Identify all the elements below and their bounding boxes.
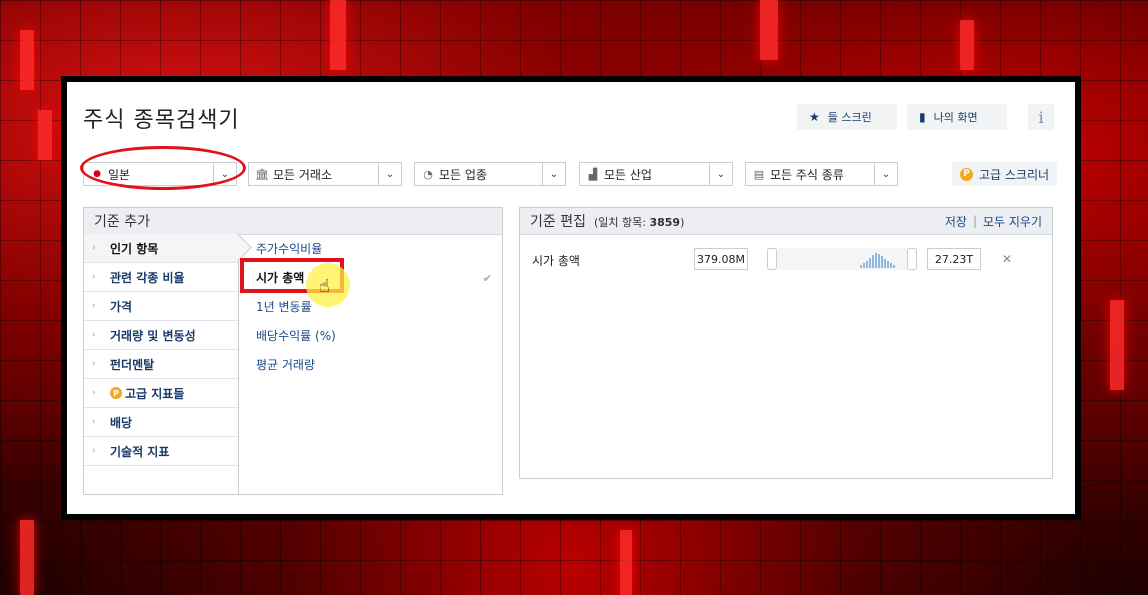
slider-max-handle[interactable] (907, 248, 917, 270)
category-volume-volatility[interactable]: › 거래량 및 변동성 (84, 321, 238, 350)
category-ratios[interactable]: › 관련 각종 비율 (84, 263, 238, 292)
save-link[interactable]: 저장 (945, 213, 967, 230)
chevron-right-icon: › (92, 301, 96, 311)
category-dividend[interactable]: › 배당 (84, 408, 238, 437)
chevron-right-icon: › (92, 243, 96, 253)
category-label: 기술적 지표 (110, 444, 170, 459)
screener-panel: 주식 종목검색기 ★ 들 스크린 ▮ 나의 화면 i ● 일본 ⌄ 🏛 모든 거… (67, 82, 1075, 514)
edit-criteria-header: 기준 편집 (일치 항목: 3859) 저장 | 모두 지우기 (520, 208, 1052, 235)
category-label: 펀더멘탈 (110, 357, 155, 372)
chevron-right-icon: › (92, 417, 96, 427)
category-label: 인기 항목 (110, 241, 159, 256)
category-technical[interactable]: › 기술적 지표 (84, 437, 238, 466)
chevron-right-icon: › (92, 330, 96, 340)
chevron-down-icon: ⌄ (709, 163, 732, 185)
chevron-down-icon: ⌄ (378, 163, 401, 185)
highlight-ellipse (80, 146, 246, 190)
bookmark-icon: ▮ (919, 110, 926, 124)
sector-dropdown[interactable]: ◔ 모든 업종 ⌄ (414, 162, 566, 186)
category-fundamentals[interactable]: › 펀더멘탈 (84, 350, 238, 379)
match-label: (일치 항목: (593, 216, 650, 229)
criteria-item-1y-change[interactable]: 1년 변동률 (239, 292, 502, 321)
edit-criteria-title: 기준 편집 (530, 214, 586, 230)
equity-type-label: 모든 주식 종류 (770, 167, 844, 182)
advanced-screener-button[interactable]: P 고급 스크리너 (952, 162, 1058, 186)
chevron-right-icon: › (92, 359, 96, 369)
background-candle (760, 0, 778, 60)
criteria-row-label: 시가 총액 (532, 254, 580, 268)
criteria-item-avg-volume[interactable]: 평균 거래량 (239, 350, 502, 379)
edit-criteria-box: 기준 편집 (일치 항목: 3859) 저장 | 모두 지우기 시가 총액 37… (519, 207, 1053, 479)
clear-all-link[interactable]: 모두 지우기 (983, 213, 1042, 230)
star-icon: ★ (809, 110, 820, 124)
add-criteria-header: 기준 추가 (84, 208, 502, 235)
category-label: 거래량 및 변동성 (110, 328, 196, 343)
background-candle (620, 530, 632, 595)
page-title: 주식 종목검색기 (83, 108, 240, 133)
pie-icon: ◔ (423, 167, 433, 181)
exchange-label: 모든 거래소 (273, 167, 333, 182)
slider-min-handle[interactable] (767, 248, 777, 270)
background-candle (960, 20, 974, 70)
premium-badge-icon: P (960, 167, 973, 181)
my-views-label: 나의 화면 (933, 111, 978, 124)
background-candle (20, 30, 34, 90)
factory-icon: ▟ (588, 167, 598, 181)
chevron-right-icon: › (92, 446, 96, 456)
document-icon: ▤ (753, 167, 765, 181)
exchange-dropdown[interactable]: 🏛 모든 거래소 ⌄ (248, 162, 402, 186)
background-candle (330, 0, 346, 70)
category-popular[interactable]: › 인기 항목 (84, 234, 238, 263)
criteria-item-dividend-yield[interactable]: 배당수익률 (%) (239, 321, 502, 350)
equity-type-dropdown[interactable]: ▤ 모든 주식 종류 ⌄ (745, 162, 898, 186)
chevron-down-icon: ⌄ (874, 163, 897, 185)
category-label: 관련 각종 비율 (110, 270, 185, 285)
background-candle (1110, 300, 1124, 390)
category-label: 고급 지표들 (125, 386, 185, 401)
my-screens-button[interactable]: ★ 들 스크린 (797, 104, 897, 130)
background-candle (38, 110, 52, 160)
max-value-input[interactable]: 27.23T (927, 248, 981, 270)
category-label: 가격 (110, 299, 133, 314)
premium-badge-icon: P (110, 387, 122, 399)
checkmark-icon: ✔ (482, 272, 492, 285)
category-list: › 인기 항목 › 관련 각종 비율 › 가격 › 거래량 및 변동성 › 펀더멘탈 › P… (84, 234, 239, 494)
bank-icon: 🏛 (255, 167, 269, 181)
range-slider[interactable] (767, 248, 917, 270)
industry-dropdown[interactable]: ▟ 모든 산업 ⌄ (579, 162, 733, 186)
industry-label: 모든 산업 (604, 167, 652, 182)
chevron-down-icon: ⌄ (542, 163, 565, 185)
separator: | (972, 214, 977, 228)
criteria-row: 시가 총액 379.08M 27.23T ✕ (520, 244, 1052, 276)
match-count: 3859 (649, 216, 681, 229)
my-screens-label: 들 스크린 (827, 111, 872, 124)
distribution-histogram (860, 253, 895, 268)
my-views-button[interactable]: ▮ 나의 화면 (907, 104, 1007, 130)
category-price[interactable]: › 가격 (84, 292, 238, 321)
chevron-right-icon: › (92, 272, 96, 282)
background-candle (20, 520, 34, 595)
hand-cursor-icon: ☝ (319, 276, 330, 297)
category-advanced-indicators[interactable]: › P 고급 지표들 (84, 379, 238, 408)
close-icon[interactable]: ✕ (1002, 252, 1012, 266)
sector-label: 모든 업종 (439, 167, 487, 182)
advanced-screener-label: 고급 스크리너 (979, 167, 1050, 182)
add-criteria-box: 기준 추가 › 인기 항목 › 관련 각종 비율 › 가격 › 거래량 및 변동성 › 펀… (83, 207, 503, 495)
category-label: 배당 (110, 415, 133, 430)
match-close: ) (680, 216, 685, 229)
min-value-input[interactable]: 379.08M (694, 248, 748, 270)
chevron-right-icon: › (92, 388, 96, 398)
info-button[interactable]: i (1028, 104, 1054, 130)
